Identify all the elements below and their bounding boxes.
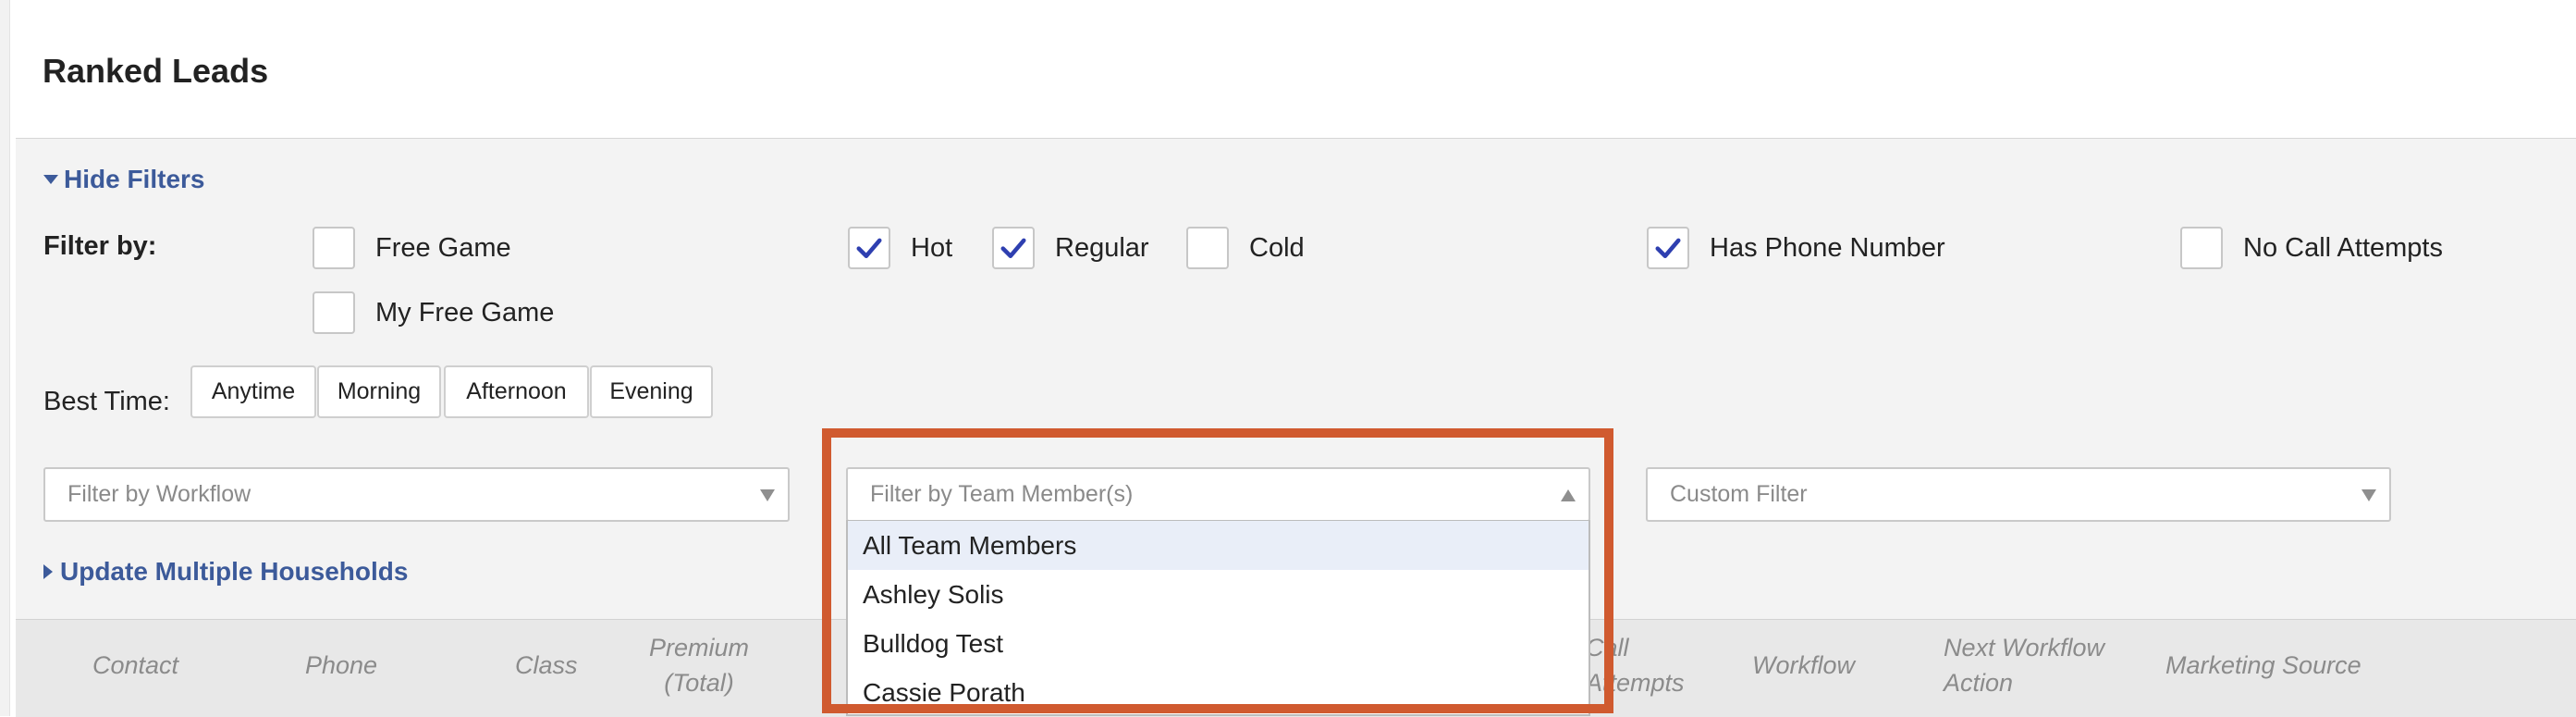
checkmark-icon bbox=[856, 238, 882, 258]
best-time-anytime-button[interactable]: Anytime bbox=[190, 365, 316, 418]
free-game-label: Free Game bbox=[375, 232, 511, 263]
column-header-premium[interactable]: Premium (Total) bbox=[634, 630, 764, 700]
caret-down-icon bbox=[2361, 489, 2376, 501]
hide-filters-toggle[interactable]: Hide Filters bbox=[43, 165, 204, 194]
cold-label: Cold bbox=[1249, 232, 1305, 263]
team-member-dropdown-list: All Team Members Ashley Solis Bulldog Te… bbox=[846, 520, 1590, 716]
checkmark-icon bbox=[1000, 238, 1026, 258]
workflow-filter-placeholder: Filter by Workflow bbox=[67, 481, 251, 507]
update-multiple-households-toggle[interactable]: Update Multiple Households bbox=[43, 557, 408, 587]
no-call-attempts-label: No Call Attempts bbox=[2243, 232, 2443, 263]
best-time-afternoon-button[interactable]: Afternoon bbox=[444, 365, 589, 418]
column-header-next-workflow-action[interactable]: Next Workflow Action bbox=[1944, 630, 2175, 700]
column-header-call-attempts[interactable]: Call Attempts bbox=[1586, 630, 1715, 700]
team-member-filter-select[interactable]: Filter by Team Member(s) bbox=[846, 467, 1590, 522]
free-game-checkbox[interactable]: Free Game bbox=[313, 227, 511, 269]
triangle-down-icon bbox=[43, 175, 58, 184]
cold-checkbox[interactable]: Cold bbox=[1186, 227, 1305, 269]
checkbox-box[interactable] bbox=[313, 227, 355, 269]
regular-label: Regular bbox=[1055, 232, 1149, 263]
checkbox-box[interactable] bbox=[992, 227, 1035, 269]
hot-checkbox[interactable]: Hot bbox=[848, 227, 952, 269]
column-header-phone[interactable]: Phone bbox=[305, 648, 377, 683]
workflow-filter-select[interactable]: Filter by Workflow bbox=[43, 467, 790, 522]
checkmark-icon bbox=[1655, 238, 1681, 258]
best-time-evening-button[interactable]: Evening bbox=[590, 365, 713, 418]
dropdown-option-all-team-members[interactable]: All Team Members bbox=[848, 521, 1589, 570]
team-member-filter-placeholder: Filter by Team Member(s) bbox=[870, 481, 1134, 507]
column-header-marketing-source[interactable]: Marketing Source bbox=[2165, 648, 2361, 683]
checkbox-box[interactable] bbox=[313, 291, 355, 334]
hide-filters-label: Hide Filters bbox=[64, 165, 205, 193]
checkbox-box[interactable] bbox=[2180, 227, 2223, 269]
caret-up-icon bbox=[1561, 489, 1576, 501]
column-header-class[interactable]: Class bbox=[515, 648, 578, 683]
checkbox-box[interactable] bbox=[1647, 227, 1689, 269]
custom-filter-select[interactable]: Custom Filter bbox=[1646, 467, 2391, 522]
update-multiple-households-label: Update Multiple Households bbox=[60, 557, 409, 586]
best-time-morning-button[interactable]: Morning bbox=[317, 365, 441, 418]
triangle-right-icon bbox=[43, 564, 53, 579]
column-header-contact[interactable]: Contact bbox=[92, 648, 178, 683]
my-free-game-checkbox[interactable]: My Free Game bbox=[313, 291, 554, 334]
best-time-label: Best Time: bbox=[43, 387, 170, 416]
dropdown-option-cassie-porath[interactable]: Cassie Porath bbox=[848, 668, 1589, 714]
dropdown-option-bulldog-test[interactable]: Bulldog Test bbox=[848, 619, 1589, 668]
my-free-game-label: My Free Game bbox=[375, 297, 555, 328]
has-phone-number-checkbox[interactable]: Has Phone Number bbox=[1647, 227, 1945, 269]
custom-filter-placeholder: Custom Filter bbox=[1670, 481, 1808, 507]
checkbox-box[interactable] bbox=[1186, 227, 1229, 269]
has-phone-number-label: Has Phone Number bbox=[1710, 232, 1945, 263]
regular-checkbox[interactable]: Regular bbox=[992, 227, 1149, 269]
hot-label: Hot bbox=[911, 232, 953, 263]
column-header-workflow[interactable]: Workflow bbox=[1752, 648, 1855, 683]
page-title: Ranked Leads bbox=[43, 52, 269, 90]
checkbox-box[interactable] bbox=[848, 227, 890, 269]
no-call-attempts-checkbox[interactable]: No Call Attempts bbox=[2180, 227, 2443, 269]
caret-down-icon bbox=[760, 489, 775, 501]
dropdown-option-ashley-solis[interactable]: Ashley Solis bbox=[848, 570, 1589, 619]
filter-by-label: Filter by: bbox=[43, 231, 157, 261]
left-sidebar-strip bbox=[0, 0, 10, 716]
